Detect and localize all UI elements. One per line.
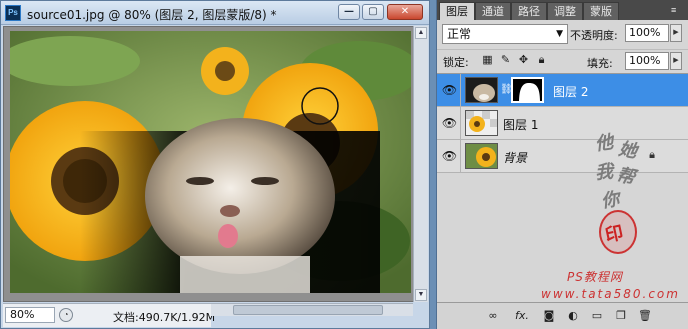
tab-paths[interactable]: 路径 — [511, 2, 547, 20]
layer-thumbnail[interactable] — [465, 110, 498, 136]
opacity-label: 不透明度: — [570, 29, 618, 42]
tab-masks[interactable]: 蒙版 — [583, 2, 619, 20]
layer-name[interactable]: 背景 — [503, 149, 527, 166]
layer-row-layer1[interactable]: 👁︎ 图层 1 — [437, 107, 688, 140]
lock-icon: 🔒︎ — [649, 149, 655, 161]
lock-move-icon[interactable]: ✥ — [517, 54, 530, 67]
image-canvas[interactable] — [10, 31, 411, 293]
layer-thumbnail[interactable] — [465, 143, 498, 169]
photoshop-logo-icon: Ps — [5, 5, 21, 21]
opacity-input[interactable]: 100% — [625, 24, 669, 42]
watermark-site-url: www.tata580.com — [541, 287, 680, 301]
maximize-button[interactable]: ▢ — [362, 4, 384, 20]
eye-icon[interactable]: 👁︎ — [439, 140, 461, 173]
lock-row: 锁定: ▦ ✎ ✥ 🔒︎ 填充: 100% ▶ — [437, 49, 688, 73]
watermark-site-name: PS教程网 — [567, 270, 623, 284]
eye-icon[interactable]: 👁︎ — [439, 74, 461, 107]
layer-mask-thumbnail[interactable] — [511, 77, 544, 103]
lock-all-icon[interactable]: 🔒︎ — [535, 54, 548, 67]
blend-mode-select[interactable]: 正常 ▼ — [442, 24, 568, 44]
layer-name[interactable]: 图层 2 — [553, 83, 588, 100]
tab-adjustments[interactable]: 调整 — [547, 2, 583, 20]
delete-icon[interactable]: 🗑︎ — [637, 309, 653, 323]
add-mask-icon[interactable]: ◙ — [541, 309, 557, 323]
fill-input[interactable]: 100% — [625, 52, 669, 70]
panel-menu-icon[interactable]: ≡ — [671, 4, 685, 16]
panel-tabs: 图层 通道 路径 调整 蒙版 ≡ — [437, 0, 688, 20]
status-bar: 80% ◔ 文档:490.7K/1.92M — [3, 303, 215, 327]
group-icon[interactable]: ▭ — [589, 309, 605, 323]
layers-panel: 图层 通道 路径 调整 蒙版 ≡ 正常 ▼ 不透明度: 100% ▶ 锁定: ▦… — [436, 0, 688, 329]
document-window: Ps source01.jpg @ 80% (图层 2, 图层蒙版/8) * —… — [0, 0, 430, 329]
layer-name[interactable]: 图层 1 — [503, 116, 538, 133]
link-icon[interactable]: ∞ — [485, 309, 501, 323]
lock-label: 锁定: — [443, 56, 469, 69]
status-info-icon[interactable]: ◔ — [59, 308, 73, 322]
fx-icon[interactable]: fx. — [511, 309, 533, 323]
horizontal-scrollbar[interactable] — [211, 303, 413, 316]
minimize-button[interactable]: — — [338, 4, 360, 20]
layers-list: 👁︎ ⛓︎ 图层 2 👁︎ 图层 1 👁︎ 背景 🔒︎ 他 她 我 帮 你 — [437, 73, 688, 298]
scroll-up-icon[interactable]: ▲ — [415, 27, 427, 39]
blend-mode-value: 正常 — [447, 27, 472, 41]
opacity-slider-icon[interactable]: ▶ — [670, 24, 682, 42]
document-title: source01.jpg @ 80% (图层 2, 图层蒙版/8) * — [27, 8, 277, 22]
scroll-thumb[interactable] — [233, 305, 383, 315]
canvas-area[interactable] — [3, 26, 427, 302]
lock-paint-icon[interactable]: ✎ — [499, 54, 512, 67]
scroll-down-icon[interactable]: ▼ — [415, 289, 427, 301]
zoom-field[interactable]: 80% — [5, 307, 55, 323]
tab-layers[interactable]: 图层 — [439, 2, 475, 20]
chevron-down-icon: ▼ — [556, 29, 563, 39]
layer-row-background[interactable]: 👁︎ 背景 🔒︎ — [437, 140, 688, 173]
fill-label: 填充: — [587, 57, 613, 70]
lock-transparent-icon[interactable]: ▦ — [481, 54, 494, 67]
layer-thumbnail[interactable] — [465, 77, 498, 103]
document-titlebar[interactable]: Ps source01.jpg @ 80% (图层 2, 图层蒙版/8) * —… — [1, 1, 429, 25]
sunflower-cat-image — [10, 31, 411, 293]
layer-row-layer2[interactable]: 👁︎ ⛓︎ 图层 2 — [437, 74, 688, 107]
eye-icon[interactable]: 👁︎ — [439, 107, 461, 140]
layers-footer: ∞ fx. ◙ ◐ ▭ ❐ 🗑︎ — [437, 302, 688, 329]
seal-stamp-icon: 印 — [599, 210, 637, 254]
document-info[interactable]: 文档:490.7K/1.92M — [113, 309, 215, 325]
close-button[interactable]: ✕ — [387, 4, 423, 20]
fill-slider-icon[interactable]: ▶ — [670, 52, 682, 70]
vertical-scrollbar[interactable]: ▲ ▼ — [413, 26, 428, 302]
new-layer-icon[interactable]: ❐ — [613, 309, 629, 323]
adjustment-icon[interactable]: ◐ — [565, 309, 581, 323]
tab-channels[interactable]: 通道 — [475, 2, 511, 20]
